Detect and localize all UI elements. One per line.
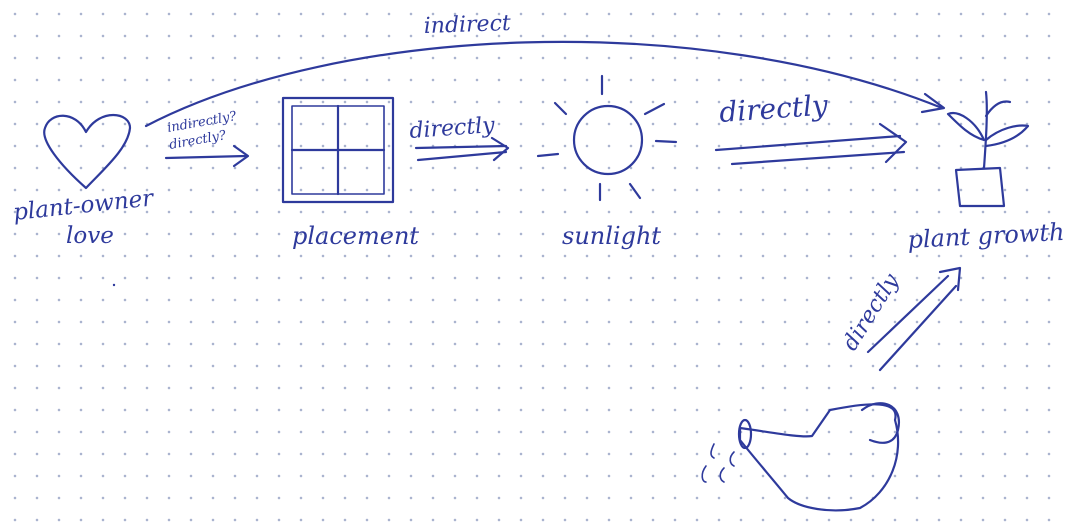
arrow-sunlight-to-growth bbox=[714, 122, 908, 166]
stray-ink-dot bbox=[112, 283, 116, 287]
node-label-sunlight: sunlight bbox=[562, 222, 661, 250]
node-label-plant-owner: plant-owner bbox=[12, 185, 157, 226]
window-icon bbox=[281, 96, 395, 204]
potted-plant-icon bbox=[946, 90, 1030, 208]
watering-can-icon bbox=[701, 402, 901, 512]
sketch-canvas: indirect plant-owner love indirectly? di… bbox=[12, 11, 1065, 512]
node-label-plant-growth: plant growth bbox=[907, 218, 1065, 254]
node-label-placement: placement bbox=[292, 222, 419, 250]
edge-label-directly-3: directly bbox=[838, 269, 905, 355]
edge-label-indirect: indirect bbox=[423, 11, 511, 39]
edge-label-directly-2: directly bbox=[718, 88, 830, 129]
sun-icon bbox=[536, 74, 678, 202]
node-label-love: love bbox=[66, 223, 114, 249]
heart-icon bbox=[43, 114, 132, 190]
edge-label-directly-1: directly bbox=[409, 113, 496, 144]
